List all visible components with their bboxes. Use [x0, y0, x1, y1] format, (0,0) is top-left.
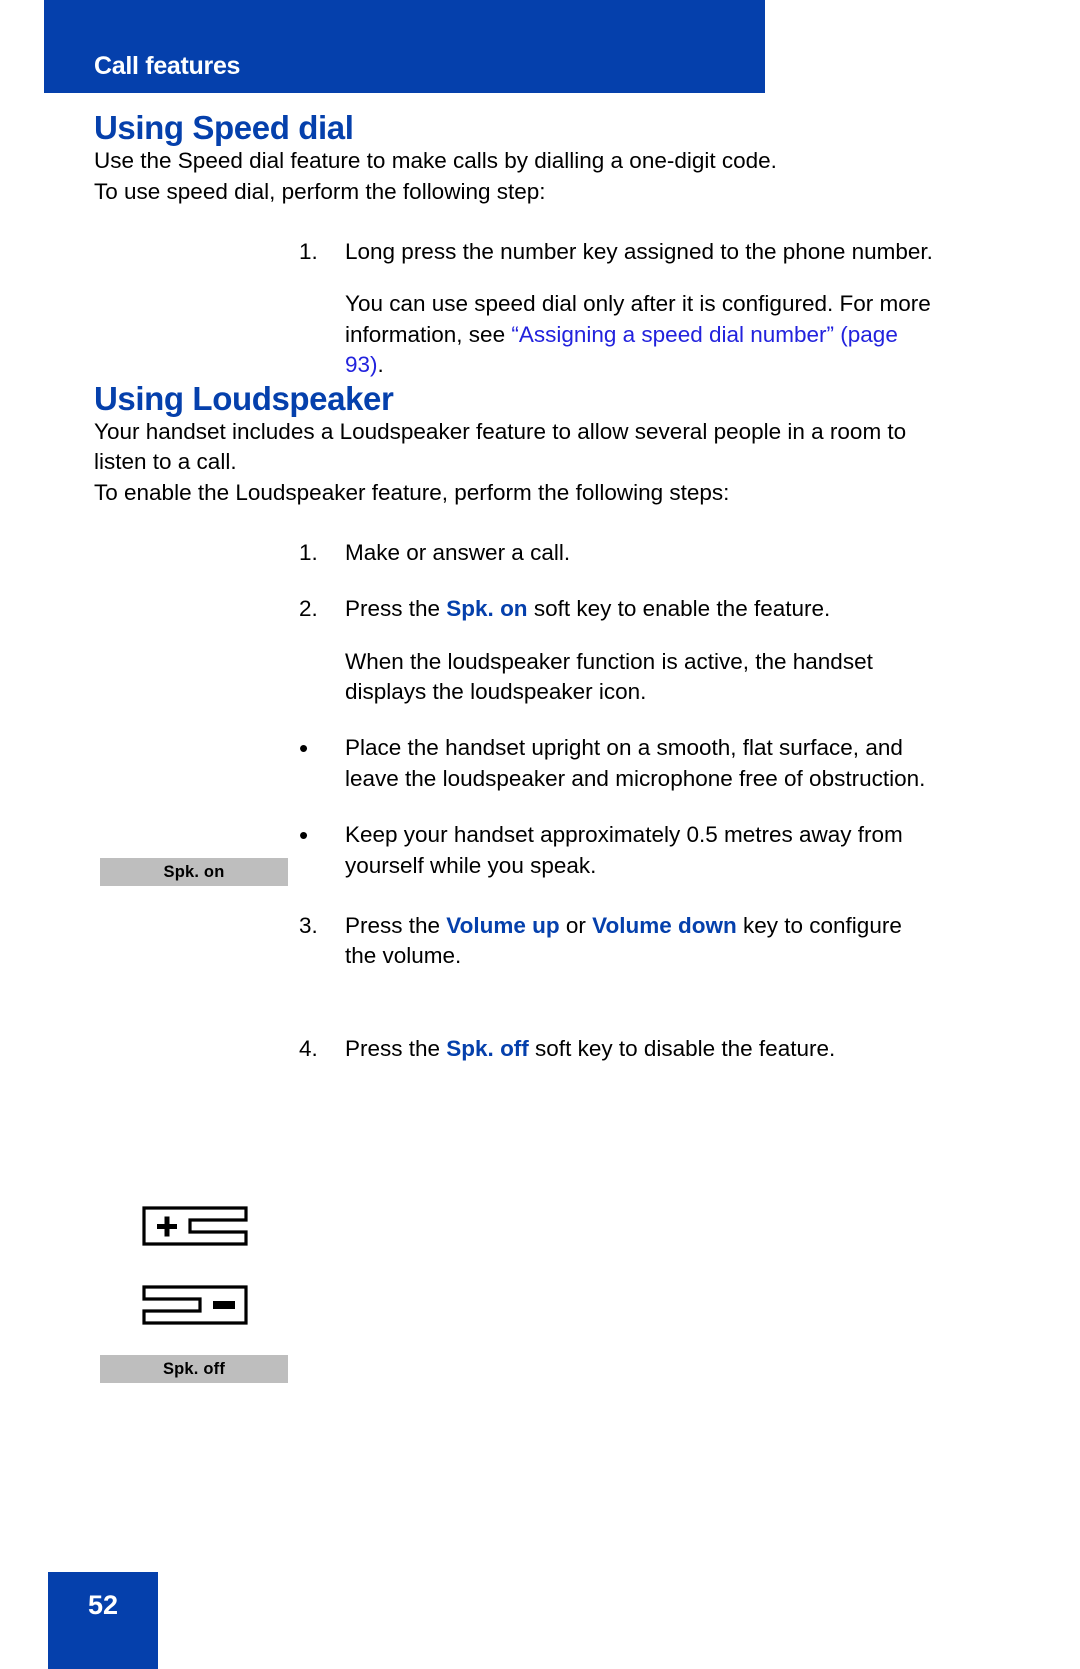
step-text: Long press the number key assigned to th…: [345, 239, 933, 265]
step-number: 1.: [299, 239, 318, 265]
step-content: Press the Spk. off soft key to disable t…: [345, 1034, 934, 1064]
speed-dial-step-list: 1. Long press the number key assigned to…: [94, 237, 934, 381]
step-number: 4.: [299, 1035, 318, 1061]
cross-reference-link[interactable]: “Assigning a speed dial number”: [511, 322, 834, 347]
step-note: You can use speed dial only after it is …: [345, 289, 934, 380]
step-text: Make or answer a call.: [345, 539, 571, 565]
step-text-before: Press the: [345, 1035, 447, 1061]
speed-dial-intro-paragraph: Use the Speed dial feature to make calls…: [94, 148, 777, 174]
page-number: 52: [87, 1590, 119, 1620]
step-number: 2.: [299, 596, 318, 622]
list-item: 1. Long press the number key assigned to…: [94, 237, 934, 381]
running-title: Call features: [94, 52, 241, 80]
bullet-marker: •: [299, 820, 309, 851]
list-item: 3. Press the Volume up or Volume down ke…: [94, 911, 934, 972]
cross-reference-period: .: [377, 352, 384, 378]
step-note: When the loudspeaker function is active,…: [345, 648, 873, 705]
page-header-banner: Call features: [44, 0, 765, 93]
step-text-before: Press the: [345, 912, 447, 938]
step-text-middle: or: [559, 912, 593, 938]
step-number: 1.: [299, 539, 318, 565]
softkey-reference-spk-on: Spk. on: [446, 596, 528, 622]
speed-dial-leadin-paragraph: To use speed dial, perform the following…: [94, 178, 546, 204]
list-item: 1. Make or answer a call.: [94, 538, 934, 568]
bullet-text: Place the handset upright on a smooth, f…: [345, 735, 926, 791]
softkey-reference-spk-off: Spk. off: [446, 1035, 529, 1061]
bullet-marker: •: [299, 733, 309, 764]
loudspeaker-step-list: 1. Make or answer a call. 2. Press the S…: [94, 538, 934, 1064]
key-reference-volume-up: Volume up: [446, 912, 560, 938]
page-number-block: 52: [48, 1572, 158, 1669]
page-content: Using Speed dial Use the Speed dial feat…: [94, 109, 934, 1064]
step-text-after: soft key to disable the feature.: [528, 1035, 836, 1061]
volume-up-key-icon: [141, 1203, 249, 1249]
list-item: 2. Press the Spk. on soft key to enable …: [94, 594, 934, 707]
loudspeaker-leadin-paragraph: To enable the Loudspeaker feature, perfo…: [94, 479, 730, 505]
step-content: Press the Spk. on soft key to enable the…: [345, 594, 934, 707]
softkey-button-spk-off: Spk. off: [100, 1355, 288, 1383]
key-reference-volume-down: Volume down: [592, 912, 737, 938]
step-content: Press the Volume up or Volume down key t…: [345, 911, 934, 972]
bullet-text: Keep your handset approximately 0.5 metr…: [345, 822, 903, 878]
step-text-before: Press the: [345, 596, 447, 622]
list-item: • Place the handset upright on a smooth,…: [94, 733, 934, 794]
step-text-after: soft key to enable the feature.: [527, 596, 831, 622]
volume-down-key-icon: [141, 1282, 249, 1328]
step-number: 3.: [299, 912, 318, 938]
list-item: 4. Press the Spk. off soft key to disabl…: [94, 1034, 934, 1064]
loudspeaker-intro-paragraph: Your handset includes a Loudspeaker feat…: [94, 418, 907, 475]
softkey-button-spk-on: Spk. on: [100, 858, 288, 886]
page-title: Using Speed dial: [94, 109, 354, 146]
section-title-loudspeaker: Using Loudspeaker: [94, 379, 394, 417]
step-content: Long press the number key assigned to th…: [345, 237, 934, 381]
